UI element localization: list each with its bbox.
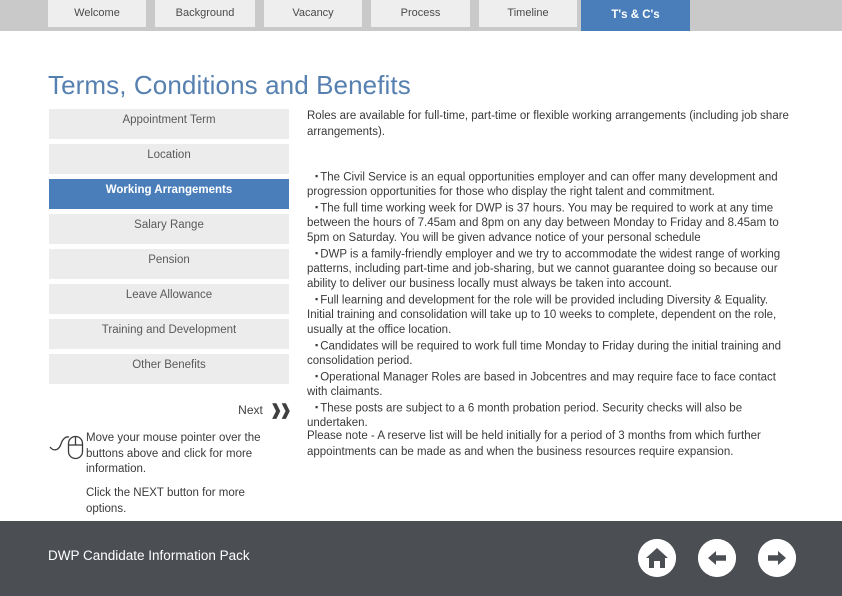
content-note: Please note - A reserve list will be hel… [307,430,761,458]
bullet-item: ▪ The full time working week for DWP is 3… [307,200,797,246]
tab-welcome[interactable]: Welcome [48,0,146,27]
tab-bar: Welcome Background Vacancy Process Timeline T… [0,0,842,31]
bullet-item: ▪ Candidates will be required to work ful… [307,338,797,369]
bullet-item: ▪ DWP is a family-friendly employer and w… [307,246,797,292]
double-chevron-right-icon: ❱❱ [269,402,292,419]
menu-item-pension[interactable]: Pension [49,249,289,279]
menu-item-working-arrangements[interactable]: Working Arrangements [49,179,289,209]
bullet-marker-icon: ▪ [315,202,319,213]
bullet-text: Candidates will be required to work full… [307,340,782,368]
back-button[interactable] [698,539,736,577]
menu-item-training-and-development[interactable]: Training and Development [49,319,289,349]
page-title: Terms, Conditions and Benefits [48,70,411,100]
bullet-text: DWP is a family-friendly employer and we… [307,248,781,291]
content-bullet-list: ▪ The Civil Service is an equal opportuni… [307,169,797,431]
bullet-item: ▪ Full learning and development for the r… [307,292,797,338]
bullet-item: ▪ These posts are subject to a 6 month pr… [307,400,797,431]
bullet-text: These posts are subject to a 6 month pro… [307,402,743,430]
menu-item-salary-range[interactable]: Salary Range [49,214,289,244]
next-hint-text: Click the NEXT button for more options. [86,487,245,515]
next-label: Next [238,403,263,417]
mouse-icon [48,430,86,462]
next-button[interactable]: Next ❱❱ [49,401,292,419]
bullet-marker-icon: ▪ [315,247,319,258]
tab-timeline[interactable]: Timeline [479,0,577,27]
bullet-text: The full time working week for DWP is 37… [307,202,779,245]
home-button[interactable] [638,539,676,577]
home-icon [638,539,676,577]
tab-vacancy[interactable]: Vacancy [264,0,362,27]
footer-title: DWP Candidate Information Pack [48,548,250,563]
menu-item-other-benefits[interactable]: Other Benefits [49,354,289,384]
bullet-marker-icon: ▪ [315,401,319,412]
bullet-marker-icon: ▪ [315,171,319,181]
mouse-hint-text: Move your mouse pointer over the buttons… [86,432,261,475]
menu-item-appointment-term[interactable]: Appointment Term [49,109,289,139]
forward-button[interactable] [758,539,796,577]
bullet-marker-icon: ▪ [315,293,319,304]
bullet-item: ▪ The Civil Service is an equal opportuni… [307,169,797,200]
arrow-right-icon [758,539,796,577]
bullet-text: The Civil Service is an equal opportunit… [307,171,778,199]
menu-item-location[interactable]: Location [49,144,289,174]
section-menu: Appointment Term Location Working Arrangem… [49,109,289,389]
tab-t-s-c-s[interactable]: T's & C's [581,0,690,31]
menu-item-leave-allowance[interactable]: Leave Allowance [49,284,289,314]
bullet-marker-icon: ▪ [315,370,319,381]
bullet-text: Full learning and development for the ro… [307,294,777,336]
bullet-text: Operational Manager Roles are based in J… [307,371,776,399]
arrow-left-icon [698,539,736,577]
tab-process[interactable]: Process [371,0,470,27]
content-intro: Roles are available for full-time, part-… [307,110,789,138]
tab-background[interactable]: Background [155,0,255,27]
bullet-item: ▪ Operational Manager Roles are based in … [307,369,797,400]
bullet-marker-icon: ▪ [315,339,319,350]
footer: DWP Candidate Information Pack [0,521,842,596]
